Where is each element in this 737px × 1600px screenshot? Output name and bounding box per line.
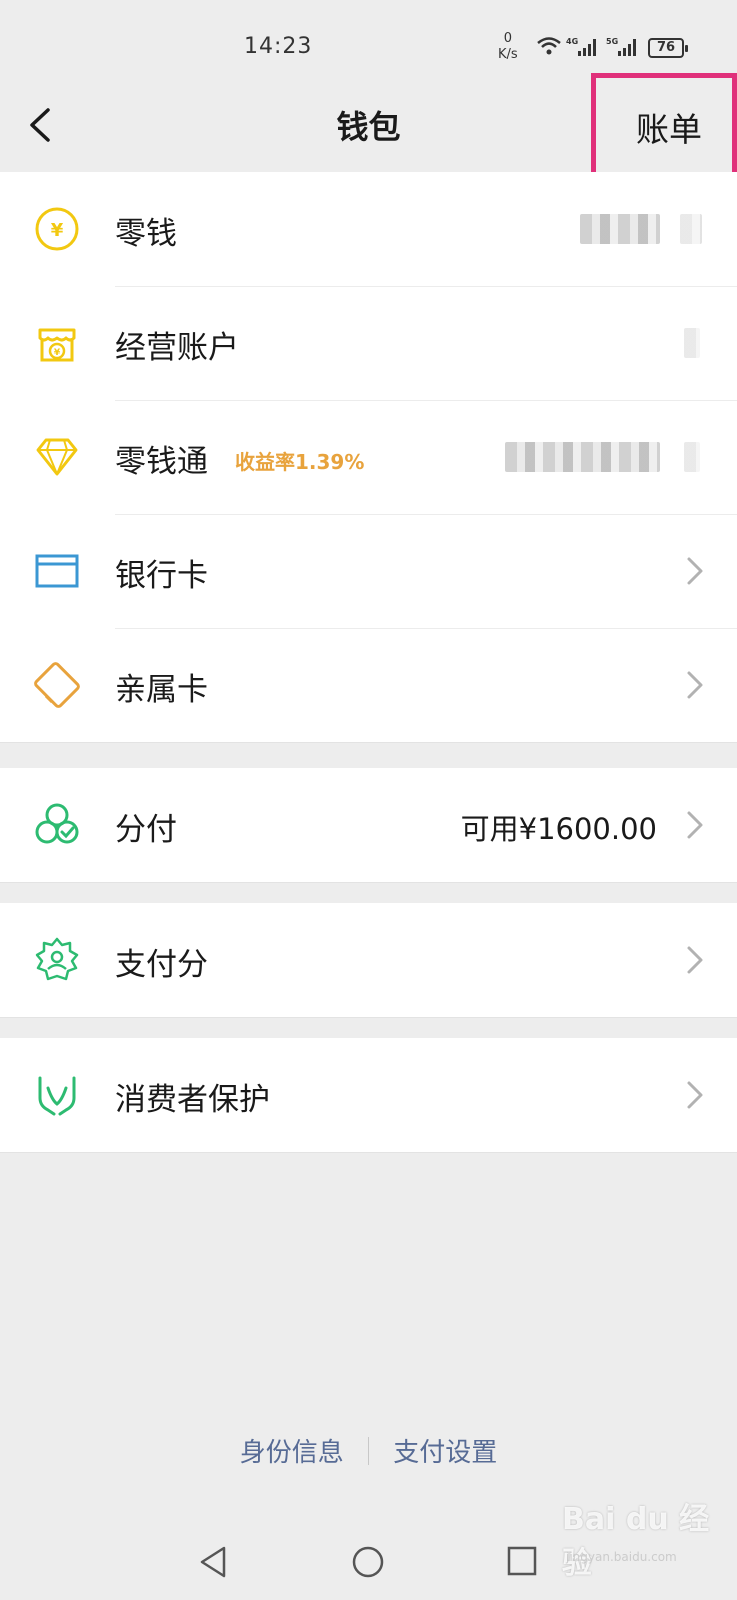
list-item-label: 消费者保护 <box>115 1082 270 1118</box>
svg-text:¥: ¥ <box>51 220 64 241</box>
chevron-right-icon <box>687 811 703 839</box>
nav-recents-icon[interactable] <box>506 1545 538 1577</box>
chevron-right-icon <box>687 557 703 585</box>
link-divider <box>368 1436 369 1465</box>
list-item-label: 零钱 <box>115 216 177 252</box>
system-nav-bar <box>0 1545 737 1600</box>
fenfu-icon <box>35 803 79 844</box>
list-item-business-account[interactable]: ¥ 经营账户 <box>0 286 737 400</box>
list-item-consumer-protection[interactable]: 消费者保护 <box>0 1038 737 1152</box>
wifi-icon <box>537 37 561 55</box>
list-item-label: 经营账户 <box>115 330 239 366</box>
footer-links: 身份信息 支付设置 <box>0 1432 737 1469</box>
blurred-chevron <box>684 442 700 472</box>
nav-back-icon[interactable] <box>198 1545 230 1579</box>
list-item-fenfu[interactable]: 分付 可用¥1600.00 <box>0 768 737 882</box>
status-time: 14:23 <box>244 34 313 59</box>
payment-settings-link[interactable]: 支付设置 <box>393 1432 497 1469</box>
yield-rate-tag: 收益率1.39% <box>235 450 365 474</box>
net-speed-unit: K/s <box>498 47 518 62</box>
signal-5g-icon: 5G <box>606 37 636 56</box>
list-item-label: 分付 <box>115 812 177 848</box>
signal-4g-icon: 4G <box>566 37 596 56</box>
list-item-label: 支付分 <box>115 947 208 983</box>
card-icon <box>35 554 79 588</box>
list-item-lingqiantong[interactable]: 零钱通 收益率1.39% <box>0 400 737 514</box>
chevron-right-icon <box>687 1081 703 1109</box>
wallet-group-balances: ¥ 零钱 ¥ 经营账户 零钱通 收益率1.39% 银行卡 亲属卡 <box>0 172 737 743</box>
signal-1-label: 4G <box>566 37 578 46</box>
diamond-icon <box>36 438 78 476</box>
blurred-balance <box>505 442 660 472</box>
wallet-group-protection: 消费者保护 <box>0 1038 737 1153</box>
yuan-coin-icon: ¥ <box>35 207 79 251</box>
blurred-balance <box>580 214 660 244</box>
list-item-pay-score[interactable]: 支付分 <box>0 903 737 1017</box>
bill-button[interactable]: 账单 <box>591 73 737 180</box>
net-speed-value: 0 <box>503 31 512 46</box>
svg-text:¥: ¥ <box>54 348 61 358</box>
list-item-bank-card[interactable]: 银行卡 <box>0 514 737 628</box>
nav-bar: 钱包 账单 <box>0 73 737 180</box>
net-speed: 0 K/s <box>498 31 518 63</box>
chevron-right-icon <box>687 946 703 974</box>
blurred-chevron <box>680 214 702 244</box>
chevron-right-icon <box>687 671 703 699</box>
family-card-icon <box>34 662 80 708</box>
identity-info-link[interactable]: 身份信息 <box>240 1432 344 1469</box>
protection-icon <box>38 1076 76 1116</box>
battery-indicator: 76 <box>648 38 688 58</box>
list-item-label: 零钱通 <box>115 444 208 480</box>
store-icon: ¥ <box>38 328 76 362</box>
signal-2-label: 5G <box>606 37 618 46</box>
available-credit: 可用¥1600.00 <box>460 812 657 846</box>
bill-button-label: 账单 <box>636 110 702 149</box>
wallet-group-credit: 分付 可用¥1600.00 <box>0 768 737 883</box>
list-item-label: 银行卡 <box>115 558 208 594</box>
list-item-label: 亲属卡 <box>115 672 208 708</box>
list-item-family-card[interactable]: 亲属卡 <box>0 628 737 742</box>
pay-score-icon <box>35 937 79 981</box>
blurred-chevron <box>684 328 700 358</box>
wallet-group-score: 支付分 <box>0 903 737 1018</box>
list-item-change[interactable]: ¥ 零钱 <box>0 172 737 286</box>
nav-home-icon[interactable] <box>351 1545 385 1579</box>
